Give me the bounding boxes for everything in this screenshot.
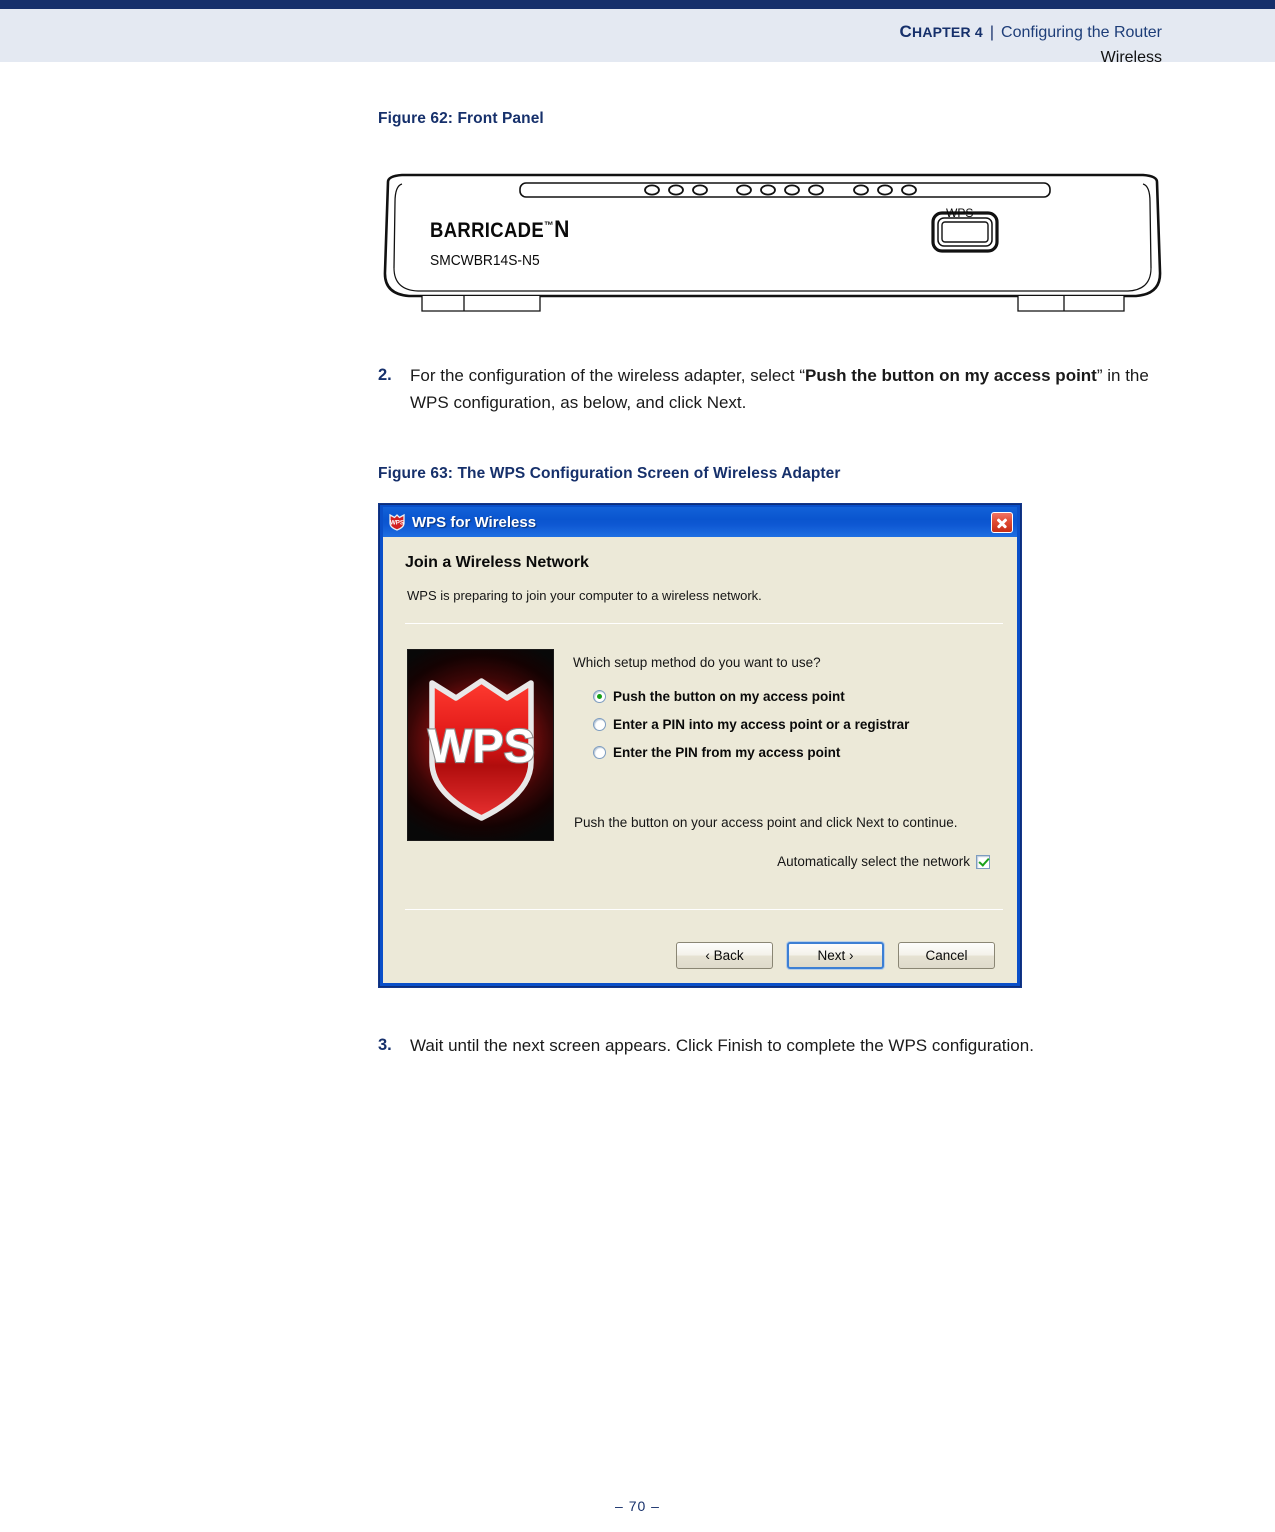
radio-option-push-button[interactable]: Push the button on my access point [593, 682, 909, 710]
radio-option-enter-pin-into-ap[interactable]: Enter a PIN into my access point or a re… [593, 710, 909, 738]
header-top-rule [0, 0, 1275, 9]
wps-dialog-body: Join a Wireless Network WPS is preparing… [383, 537, 1017, 983]
step-text: For the configuration of the wireless ad… [410, 362, 1168, 416]
wps-dialog-window: WPS WPS for Wireless Join a Wireless Net… [379, 504, 1021, 987]
header-text-block: CHAPTER 4 | Configuring the Router Wireles… [462, 18, 1162, 70]
step-text: Wait until the next screen appears. Clic… [410, 1032, 1034, 1059]
header-section-title: Configuring the Router [1001, 24, 1162, 41]
svg-text:WPS: WPS [390, 520, 404, 527]
router-brand-tm: ™ [544, 220, 555, 232]
radio-label: Enter a PIN into my access point or a re… [613, 716, 910, 732]
chapter-label: CHAPTER 4 [899, 22, 983, 41]
wps-dialog-heading: Join a Wireless Network [405, 554, 589, 571]
router-brand-block: BARRICADE™N SMCWBR14S-N5 [430, 216, 589, 269]
step-text-part: For the configuration of the wireless ad… [410, 366, 805, 385]
step-item-3: 3. Wait until the next screen appears. C… [378, 1032, 1168, 1059]
header-band: CHAPTER 4 | Configuring the Router Wireles… [0, 9, 1275, 66]
step-item-2: 2. For the configuration of the wireless… [378, 362, 1168, 416]
step-number: 3. [378, 1036, 392, 1054]
divider-bottom [405, 909, 1003, 910]
cancel-button[interactable]: Cancel [898, 942, 995, 969]
page-number: – 70 – [615, 1498, 660, 1514]
figure-62-caption: Figure 62: Front Panel [378, 110, 544, 127]
router-front-panel-illustration: BARRICADE™N SMCWBR14S-N5 WPS [380, 168, 1165, 313]
close-icon[interactable] [991, 511, 1013, 533]
radio-mark-icon [593, 745, 606, 759]
setup-method-radio-group: Push the button on my access point Enter… [593, 682, 909, 766]
router-brand-n: N [554, 216, 570, 243]
radio-mark-icon [593, 717, 606, 731]
router-brand-name: BARRICADE [430, 219, 545, 242]
radio-label: Enter the PIN from my access point [613, 744, 841, 760]
wps-shield-icon: WPS [388, 513, 406, 531]
wps-logo-text: WPS [428, 719, 535, 772]
wps-logo-image: WPS [407, 649, 554, 841]
next-button[interactable]: Next › [787, 942, 884, 969]
header-subsection-title: Wireless [1100, 49, 1162, 66]
page-footer: – 70 – [0, 1498, 1275, 1514]
radio-option-enter-pin-from-ap[interactable]: Enter the PIN from my access point [593, 738, 909, 766]
step-text-part: Wait until the next screen appears. Clic… [410, 1036, 1034, 1055]
auto-select-network-label: Automatically select the network [777, 854, 970, 869]
wps-dialog-subheading: WPS is preparing to join your computer t… [407, 588, 762, 603]
radio-mark-icon [593, 689, 606, 703]
step-number: 2. [378, 366, 392, 384]
dialog-button-row: ‹ Back Next › Cancel [676, 942, 995, 969]
back-button[interactable]: ‹ Back [676, 942, 773, 969]
figure-63-caption: Figure 63: The WPS Configuration Screen … [378, 465, 841, 482]
setup-hint-text: Push the button on your access point and… [574, 815, 958, 830]
wps-dialog-title: WPS for Wireless [412, 513, 537, 531]
router-wps-button-label: WPS [946, 206, 974, 220]
step-text-emphasis: Push the button on my access point [804, 366, 1097, 385]
divider-top [405, 623, 1003, 624]
wps-dialog-titlebar[interactable]: WPS WPS for Wireless [383, 507, 1017, 537]
auto-select-network-row[interactable]: Automatically select the network [777, 854, 990, 869]
header-separator: | [989, 24, 995, 41]
header-line-primary: CHAPTER 4 | Configuring the Router [462, 20, 1162, 45]
setup-method-question: Which setup method do you want to use? [573, 655, 821, 670]
radio-label: Push the button on my access point [613, 688, 845, 704]
router-model-number: SMCWBR14S-N5 [430, 252, 540, 269]
checkbox-icon[interactable] [976, 854, 990, 869]
